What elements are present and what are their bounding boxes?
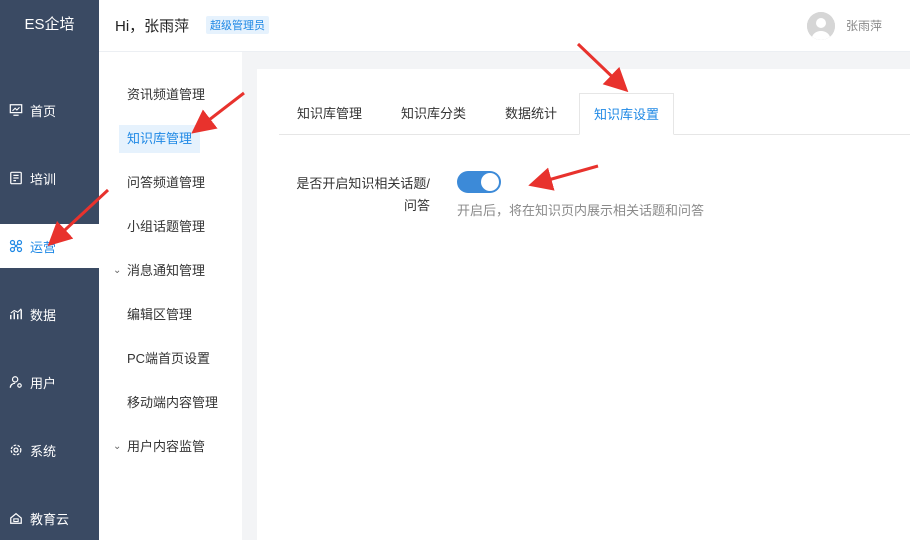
setting-label-line1: 是否开启知识相关话题/: [296, 176, 430, 191]
submenu-item-user-content-moderation[interactable]: ⌄ 用户内容监管: [113, 433, 206, 461]
submenu-item-editor-area[interactable]: 编辑区管理: [119, 301, 192, 329]
setting-label: 是否开启知识相关话题/ 问答: [282, 173, 430, 217]
nav-item-edu-cloud[interactable]: 教育云: [0, 496, 99, 540]
chevron-down-icon: ⌄: [113, 441, 122, 452]
cloud-icon: [8, 510, 24, 526]
nav-item-label: 教育云: [30, 511, 70, 527]
operations-submenu: 资讯频道管理 知识库管理 问答频道管理 小组话题管理 ⌄ 消息通知管理 编辑区管…: [99, 52, 242, 540]
main-sidebar: ES企培 首页 培训 运营 数据 用户 系统 教育云: [0, 0, 99, 540]
nav-item-label: 运营: [30, 239, 57, 255]
submenu-item-qa-channel[interactable]: 问答频道管理: [119, 169, 205, 197]
nav-item-label: 培训: [30, 171, 57, 187]
submenu-item-news-channel[interactable]: 资讯频道管理: [119, 81, 205, 109]
submenu-item-label: 用户内容监管: [127, 439, 206, 454]
tab-knowledge-settings[interactable]: 知识库设置: [579, 93, 675, 135]
content-panel: 知识库管理 知识库分类 数据统计 知识库设置 是否开启知识相关话题/ 问答 开启…: [257, 69, 910, 540]
nav-item-label: 首页: [30, 103, 57, 119]
nav-item-home[interactable]: 首页: [0, 88, 99, 132]
submenu-item-mobile-content[interactable]: 移动端内容管理: [119, 389, 218, 417]
avatar[interactable]: [807, 12, 835, 40]
operations-icon: [8, 238, 24, 254]
username-label[interactable]: 张雨萍: [846, 17, 882, 34]
nav-item-label: 数据: [30, 307, 57, 323]
monitor-icon: [8, 102, 24, 118]
top-header: Hi，张雨萍 超级管理员 张雨萍: [99, 0, 910, 52]
submenu-item-notifications[interactable]: ⌄ 消息通知管理: [113, 257, 206, 285]
submenu-item-pc-home[interactable]: PC端首页设置: [119, 345, 210, 373]
nav-item-operations[interactable]: 运营: [0, 224, 99, 268]
nav-item-label: 系统: [30, 443, 57, 459]
tab-data-statistics[interactable]: 数据统计: [505, 93, 557, 135]
nav-item-system[interactable]: 系统: [0, 428, 99, 472]
submenu-item-group-topics[interactable]: 小组话题管理: [119, 213, 205, 241]
related-topics-toggle[interactable]: [457, 171, 501, 193]
nav-item-training[interactable]: 培训: [0, 156, 99, 200]
submenu-item-label: 消息通知管理: [127, 263, 206, 278]
nav-item-users[interactable]: 用户: [0, 360, 99, 404]
chevron-down-icon: ⌄: [113, 265, 122, 276]
setting-hint: 开启后，将在知识页内展示相关话题和问答: [457, 203, 705, 218]
role-badge: 超级管理员: [206, 16, 269, 34]
tab-bar: 知识库管理 知识库分类 数据统计 知识库设置: [279, 93, 910, 135]
tab-knowledge-management[interactable]: 知识库管理: [297, 93, 362, 135]
user-icon: [8, 374, 24, 390]
nav-item-label: 用户: [30, 375, 57, 391]
submenu-item-knowledge-base[interactable]: 知识库管理: [119, 125, 201, 153]
tab-knowledge-categories[interactable]: 知识库分类: [401, 93, 466, 135]
setting-label-line2: 问答: [403, 198, 430, 213]
gear-icon: [8, 442, 24, 458]
toggle-knob: [481, 173, 499, 191]
brand-logo: ES企培: [24, 16, 75, 33]
greeting-text: Hi，张雨萍: [115, 18, 190, 35]
book-icon: [8, 170, 24, 186]
nav-item-data[interactable]: 数据: [0, 292, 99, 336]
chart-icon: [8, 306, 24, 322]
user-avatar-icon: [807, 12, 835, 40]
